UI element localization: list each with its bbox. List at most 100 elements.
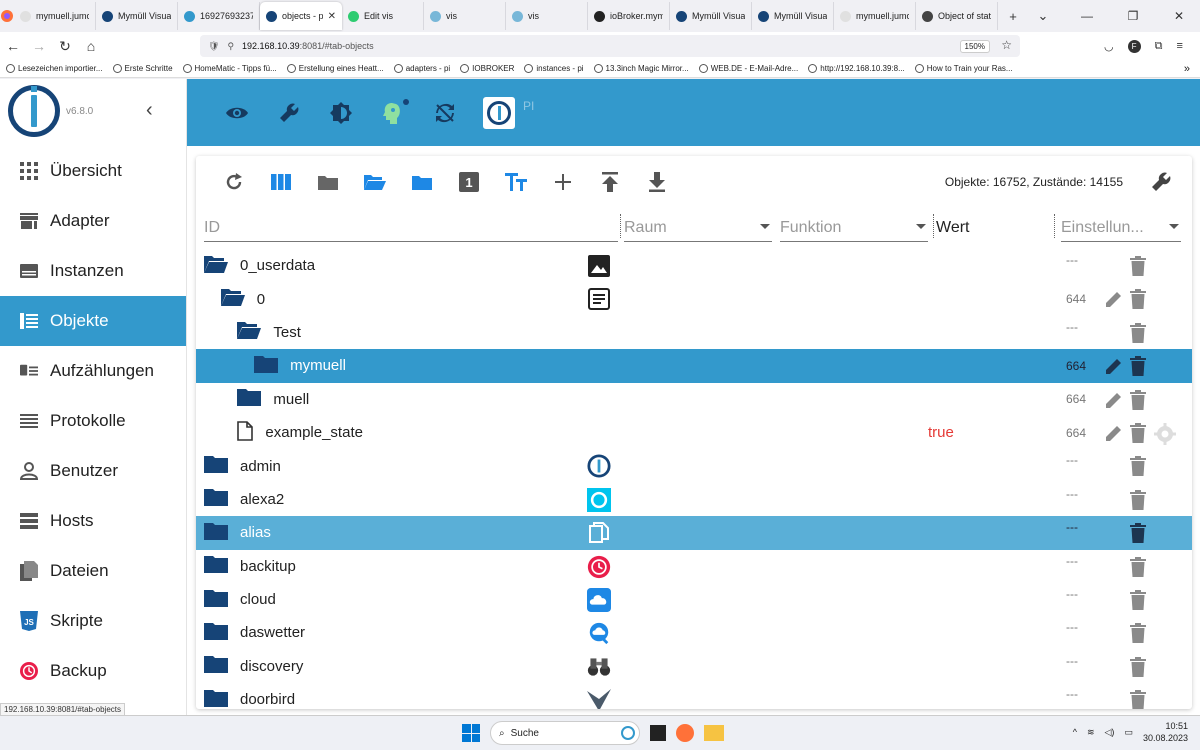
room-filter-select[interactable]: Raum [624, 214, 772, 242]
sidebar-item-instanzen[interactable]: Instanzen [0, 246, 186, 296]
sidebar-item-adapter[interactable]: Adapter [0, 196, 186, 246]
tree-row[interactable]: Test --- [196, 316, 1192, 349]
folder-open-icon[interactable] [220, 288, 245, 310]
state-value[interactable]: true [928, 424, 954, 441]
delete-icon[interactable] [1130, 489, 1146, 514]
delete-icon[interactable] [1130, 456, 1146, 480]
delete-icon[interactable] [1130, 690, 1146, 709]
columns-icon[interactable] [257, 167, 304, 197]
delete-icon[interactable] [1130, 356, 1146, 380]
tree-row[interactable]: 0_userdata --- [196, 249, 1192, 282]
tree-row[interactable]: example_state true 664 [196, 416, 1192, 449]
close-tab-icon[interactable]: ✕ [328, 11, 336, 22]
list-tabs-icon[interactable]: ⌄ [1028, 8, 1058, 24]
id-filter-input[interactable]: ID [204, 214, 618, 242]
folder-icon[interactable] [204, 555, 228, 577]
upload-icon[interactable] [586, 167, 633, 197]
bookmark-item[interactable]: adapters - pi [393, 64, 450, 73]
browser-tab[interactable]: Object of stat [916, 2, 998, 30]
file-icon[interactable] [237, 420, 254, 445]
edit-icon[interactable] [1104, 289, 1124, 313]
task-view-icon[interactable] [650, 725, 666, 741]
collapse-all-icon[interactable] [398, 167, 445, 197]
browser-tab[interactable]: vis [424, 2, 506, 30]
tree-row[interactable]: alias --- [196, 516, 1192, 550]
expand-all-icon[interactable] [351, 167, 398, 197]
folder-icon[interactable] [237, 388, 262, 410]
tree-row[interactable]: daswetter --- [196, 616, 1192, 649]
bookmark-item[interactable]: HomeMatic - Tipps fü... [182, 64, 277, 73]
sidebar-item-backup[interactable]: Backup [0, 646, 186, 696]
tree-row[interactable]: cloud --- [196, 583, 1192, 616]
new-tab-icon[interactable]: + [998, 9, 1028, 24]
pocket-icon[interactable]: ◡ [1104, 40, 1114, 53]
download-icon[interactable] [633, 167, 680, 197]
delete-icon[interactable] [1130, 389, 1146, 414]
delete-icon[interactable] [1130, 523, 1146, 547]
wifi-icon[interactable]: ≋ [1087, 727, 1095, 738]
reload-icon[interactable]: ↻ [52, 38, 78, 55]
delete-icon[interactable] [1130, 656, 1146, 681]
bookmark-item[interactable]: IOBROKER [460, 64, 514, 73]
host-logo-icon[interactable] [483, 96, 515, 129]
settings-filter-select[interactable]: Einstellun... [1061, 214, 1181, 242]
tree-row[interactable]: discovery --- [196, 650, 1192, 683]
settings-wrench-icon[interactable] [1137, 167, 1184, 197]
text-size-icon[interactable] [492, 167, 539, 197]
sidebar-item-aufzählungen[interactable]: Aufzählungen [0, 346, 186, 396]
folder-icon[interactable] [204, 522, 228, 544]
shield-icon[interactable]: 🛡 [208, 41, 219, 52]
bookmark-item[interactable]: http://192.168.10.39:8... [808, 64, 905, 73]
delete-icon[interactable] [1130, 256, 1146, 280]
sidebar-item-benutzer[interactable]: Benutzer [0, 446, 186, 496]
sidebar-item-protokolle[interactable]: Protokolle [0, 396, 186, 446]
wrench-icon[interactable] [275, 99, 303, 127]
permissions-icon[interactable]: ⚲ [227, 41, 234, 52]
theme-brightness-icon[interactable] [327, 99, 355, 127]
account-icon[interactable]: F [1127, 39, 1141, 53]
bookmark-item[interactable]: Erste Schritte [112, 64, 173, 73]
volume-icon[interactable]: ◁) [1105, 727, 1115, 738]
back-icon[interactable]: ← [0, 38, 26, 54]
sidebar-item-skripte[interactable]: JS Skripte [0, 596, 186, 646]
clock[interactable]: 10:51 30.08.2023 [1143, 720, 1188, 744]
delete-icon[interactable] [1130, 556, 1146, 581]
delete-icon[interactable] [1130, 322, 1146, 347]
folder-open-icon[interactable] [204, 255, 228, 277]
folder-icon[interactable] [204, 589, 228, 611]
battery-icon[interactable]: ▭ [1124, 727, 1133, 738]
browser-tab[interactable]: 16927693237 [178, 2, 260, 30]
tree-row[interactable]: mymuell 664 [196, 349, 1192, 383]
folder-icon[interactable] [204, 622, 228, 644]
url-bar[interactable]: 🛡 ⚲ 192.168.10.39:8081/#tab-objects 150%… [200, 35, 1020, 57]
folder-icon[interactable] [204, 689, 228, 709]
tray-overflow-icon[interactable]: ^ [1073, 727, 1077, 737]
tree-row[interactable]: muell 664 [196, 383, 1192, 416]
extensions-icon[interactable]: ⧉ [1155, 40, 1163, 53]
zoom-level[interactable]: 150% [959, 39, 990, 53]
gear-icon[interactable] [1154, 422, 1176, 449]
tree-row[interactable]: 0 644 [196, 282, 1192, 315]
browser-tab[interactable]: Edit vis [342, 2, 424, 30]
bookmark-item[interactable]: Lesezeichen importier... [6, 64, 103, 73]
bookmark-item[interactable]: WEB.DE - E-Mail-Adre... [698, 64, 798, 73]
browser-tab[interactable]: Mymüll Visual [670, 2, 752, 30]
bookmark-item[interactable]: How to Train your Ras... [914, 64, 1013, 73]
delete-icon[interactable] [1130, 422, 1146, 447]
collapse-sidebar-icon[interactable]: ‹ [146, 99, 153, 122]
home-icon[interactable]: ⌂ [78, 38, 104, 54]
folder-icon[interactable] [254, 355, 279, 377]
folder-icon[interactable] [204, 655, 228, 677]
tree-row[interactable]: backitup --- [196, 550, 1192, 583]
bookmark-star-icon[interactable]: ☆ [1001, 38, 1012, 52]
function-filter-select[interactable]: Funktion [780, 214, 928, 242]
eye-icon[interactable] [223, 99, 251, 127]
browser-tab[interactable]: mymuell.jumomin [834, 2, 916, 30]
delete-icon[interactable] [1130, 289, 1146, 313]
delete-icon[interactable] [1130, 589, 1146, 614]
browser-tab[interactable]: objects - pi ✕ [260, 2, 342, 30]
bookmarks-overflow-icon[interactable]: » [1184, 63, 1190, 75]
add-object-icon[interactable] [539, 167, 586, 197]
sidebar-item-dateien[interactable]: Dateien [0, 546, 186, 596]
sidebar-item-übersicht[interactable]: Übersicht [0, 146, 186, 196]
